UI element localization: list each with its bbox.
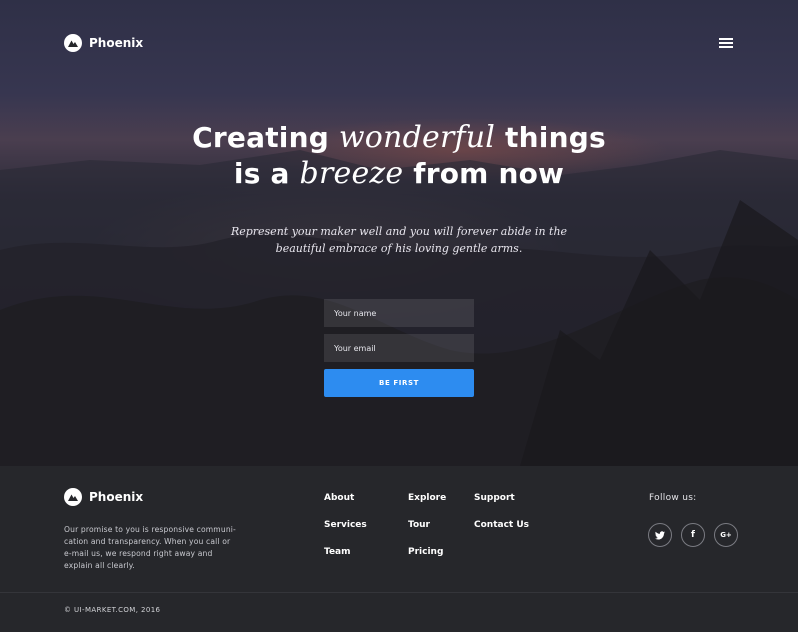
hero-section: Phoenix Creating wonderful things is a b… bbox=[0, 0, 798, 466]
footer-link-pricing[interactable]: Pricing bbox=[408, 547, 443, 557]
footer-divider bbox=[0, 592, 798, 593]
hamburger-menu-icon[interactable] bbox=[719, 38, 733, 48]
footer-link-contact[interactable]: Contact Us bbox=[474, 520, 529, 530]
email-input[interactable] bbox=[324, 334, 474, 362]
follow-us-label: Follow us: bbox=[649, 493, 697, 503]
hero-headline-line-1: Creating wonderful things bbox=[192, 120, 606, 155]
footer-link-team[interactable]: Team bbox=[324, 547, 351, 557]
brand-name: Phoenix bbox=[89, 36, 144, 50]
footer-link-services[interactable]: Services bbox=[324, 520, 367, 530]
footer-brand-name: Phoenix bbox=[89, 490, 144, 504]
google-plus-icon[interactable]: G+ bbox=[714, 523, 738, 547]
footer-link-support[interactable]: Support bbox=[474, 493, 515, 503]
name-input[interactable] bbox=[324, 299, 474, 327]
hero-subline-1: Represent your maker well and you will f… bbox=[230, 225, 568, 238]
footer-link-about[interactable]: About bbox=[324, 493, 354, 503]
footer-brand[interactable]: Phoenix bbox=[64, 488, 143, 506]
footer-link-explore[interactable]: Explore bbox=[408, 493, 446, 503]
hero-headline-line-2: is a breeze from now bbox=[233, 156, 565, 191]
footer-link-tour[interactable]: Tour bbox=[408, 520, 430, 530]
footer-promise-text: Our promise to you is responsive communi… bbox=[64, 525, 236, 570]
mountain-icon bbox=[64, 488, 82, 506]
facebook-icon[interactable]: f bbox=[681, 523, 705, 547]
be-first-button[interactable]: BE FIRST bbox=[324, 369, 474, 397]
hero-subline-2: beautiful embrace of his loving gentle a… bbox=[275, 242, 523, 255]
footer: Phoenix Our promise to you is responsive… bbox=[0, 466, 798, 632]
header-brand[interactable]: Phoenix bbox=[64, 34, 143, 52]
mountain-icon bbox=[64, 34, 82, 52]
twitter-icon[interactable] bbox=[648, 523, 672, 547]
copyright-text: © UI-MARKET.COM, 2016 bbox=[64, 606, 161, 614]
